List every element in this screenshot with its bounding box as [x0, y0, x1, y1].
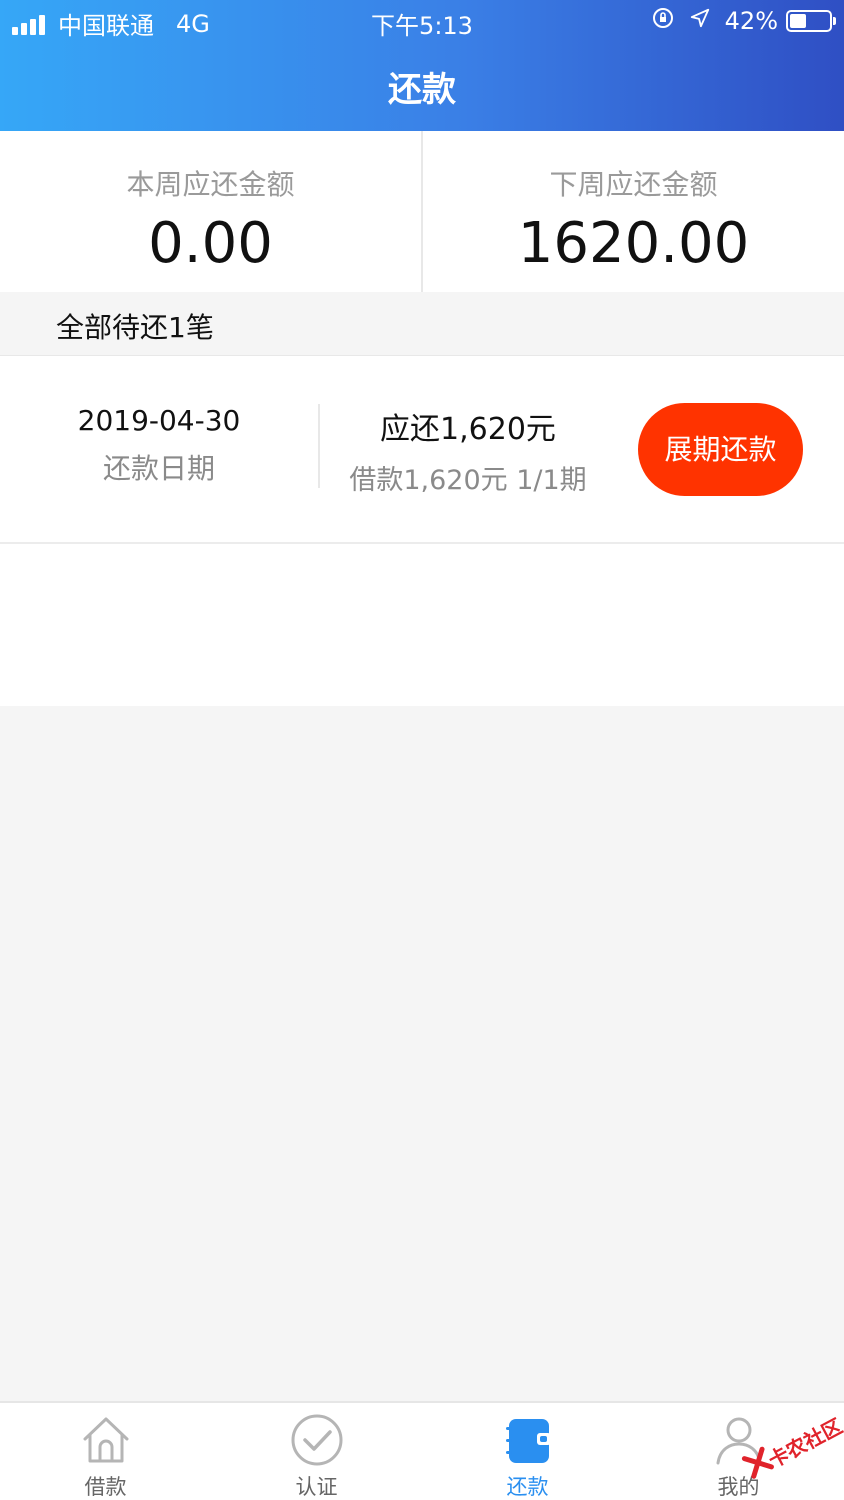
home-icon [83, 1417, 128, 1463]
due-date: 2019-04-30 [77, 404, 241, 437]
amount-due: 应还1,620元 [380, 412, 556, 447]
repayment-list: 2019-04-30 还款日期 应还1,620元 借款1,620元 1/1期 展… [0, 356, 844, 706]
this-week-amount: 0.00 [148, 211, 273, 276]
tab-label: 我的 [717, 1475, 760, 1499]
this-week-label: 本周应还金额 [126, 168, 295, 201]
tab-verify[interactable]: 认证 [211, 1403, 422, 1500]
extend-repayment-button[interactable]: 展期还款 [638, 403, 803, 496]
notebook-icon [505, 1419, 551, 1463]
page-title: 还款 [388, 70, 456, 110]
status-bar: 中国联通 4G 下午5:13 42% [0, 0, 844, 42]
list-item[interactable]: 2019-04-30 还款日期 应还1,620元 借款1,620元 1/1期 展… [0, 356, 844, 544]
due-date-column: 2019-04-30 还款日期 [0, 404, 318, 487]
tab-borrow[interactable]: 借款 [0, 1403, 211, 1500]
status-right: 42% [651, 6, 836, 36]
tab-repay[interactable]: 还款 [422, 1403, 633, 1500]
pending-section-header: 全部待还1笔 [0, 292, 844, 356]
pending-count: 全部待还1笔 [56, 311, 214, 344]
check-circle-icon [291, 1414, 342, 1466]
tab-label: 借款 [84, 1475, 127, 1499]
amount-column: 应还1,620元 借款1,620元 1/1期 [320, 404, 616, 497]
next-week-summary: 下周应还金额 1620.00 [421, 131, 844, 292]
next-week-label: 下周应还金额 [549, 168, 718, 201]
battery-icon [786, 10, 836, 32]
rotation-lock-icon [651, 6, 675, 36]
tab-label: 认证 [295, 1475, 338, 1499]
header: 中国联通 4G 下午5:13 42% 还款 [0, 0, 844, 131]
tab-label: 还款 [506, 1475, 549, 1499]
next-week-amount: 1620.00 [517, 211, 750, 276]
location-arrow-icon [689, 7, 711, 35]
battery-percent: 42% [724, 7, 778, 35]
repayment-summary: 本周应还金额 0.00 下周应还金额 1620.00 [0, 131, 844, 292]
tab-bar: 借款 认证 还款 我的 [0, 1401, 844, 1500]
this-week-summary: 本周应还金额 0.00 [0, 131, 421, 292]
loan-info: 借款1,620元 1/1期 [349, 465, 587, 496]
due-date-label: 还款日期 [102, 452, 215, 485]
